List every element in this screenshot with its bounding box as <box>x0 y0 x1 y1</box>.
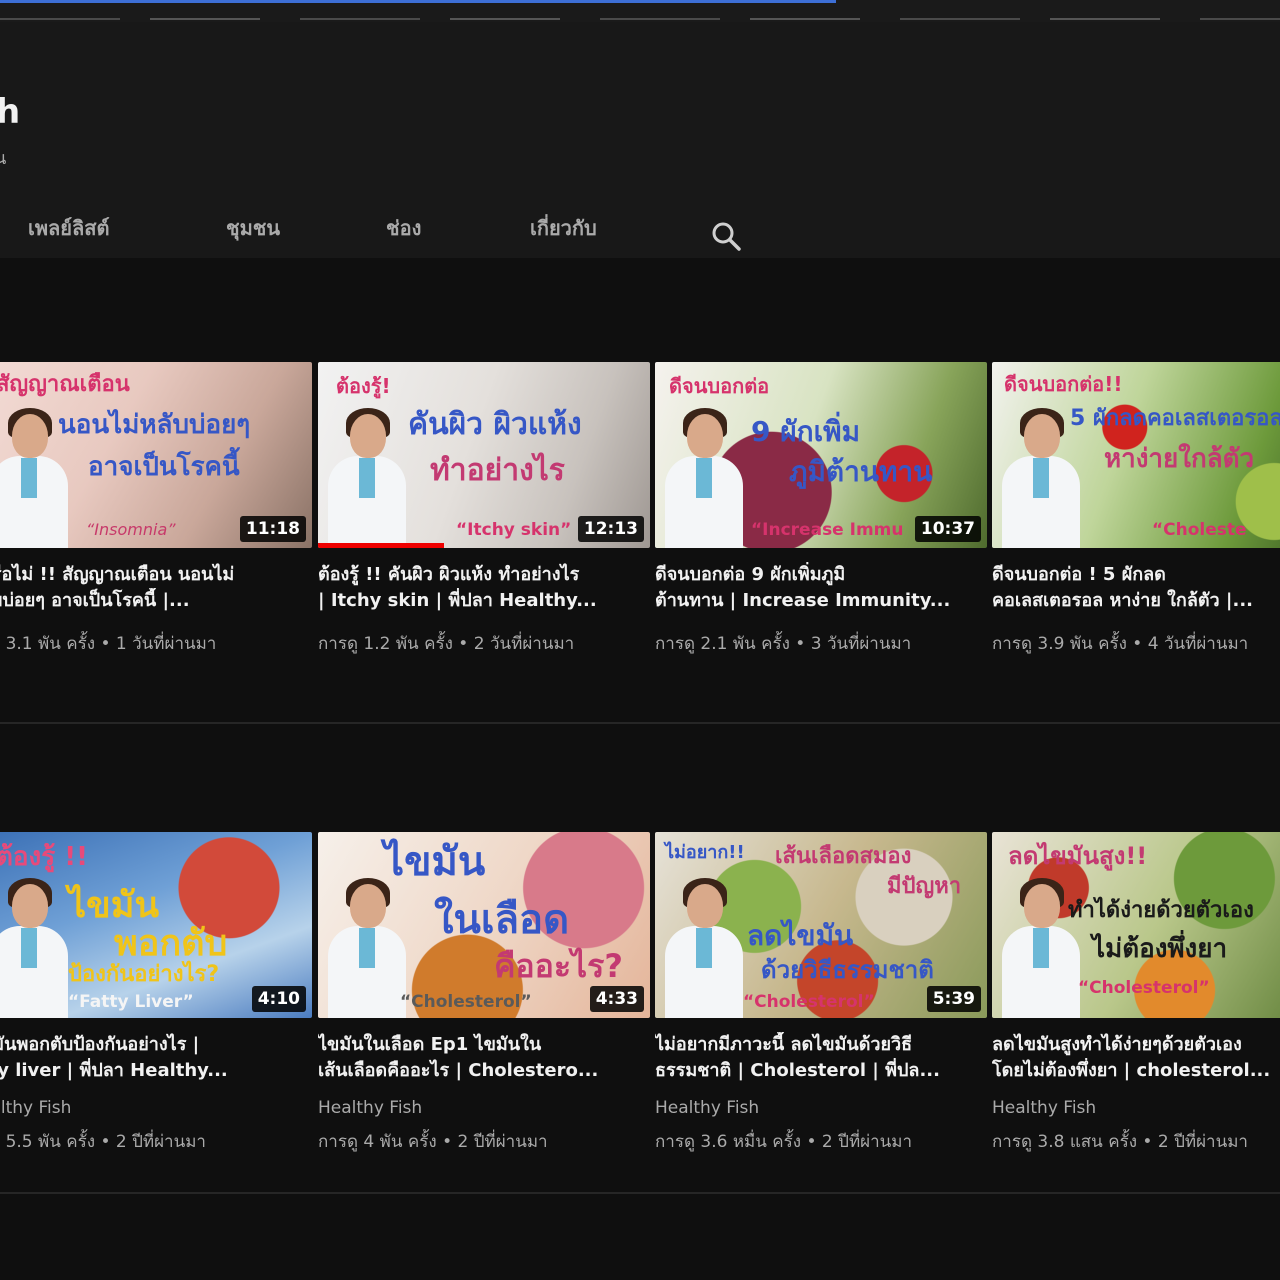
video-title[interactable]: ดีจนบอกต่อ ! 5 ผักลด คอเลสเตอรอล หาง่าย ใ… <box>992 562 1280 614</box>
video-meta: การดู 3.6 หมื่น ครั้ง • 2 ปีที่ผ่านมา <box>655 1132 913 1152</box>
thumbnail-text: ด้วยวิธีธรรมชาติ <box>761 956 934 984</box>
thumbnail-text: ในเลือด <box>434 897 570 943</box>
video-meta: การดู 3.9 พัน ครั้ง • 4 วันที่ผ่านมา <box>992 634 1249 654</box>
video-thumbnail[interactable]: ไม่อยาก!! เส้นเลือดสมอง มีปัญหา ลดไขมัน … <box>655 832 987 1018</box>
thumbnail-text: “Cholesterol” <box>743 992 875 1012</box>
video-thumbnail[interactable]: ดีจนบอกต่อ!! 5 ผักลดคอเลสเตอรอล หาง่ายใก… <box>992 362 1280 548</box>
thumbnail-text: ดีจนบอกต่อ <box>669 374 770 398</box>
presenter-image <box>328 878 406 1018</box>
channel-name[interactable]: h <box>0 92 20 132</box>
video-meta: การดู 4 พัน ครั้ง • 2 ปีที่ผ่านมา <box>318 1132 548 1152</box>
thumbnail-text: มีปัญหา <box>887 874 962 899</box>
video-thumbnail[interactable]: ดีจนบอกต่อ 9 ผักเพิ่ม ภูมิต้านทาน “Incre… <box>655 362 987 548</box>
video-thumbnail[interactable]: สัญญาณเตือน นอนไม่หลับบ่อยๆ อาจเป็นโรคนี… <box>0 362 312 548</box>
thumbnail-text: ป้องกันอย่างไร? <box>68 962 220 987</box>
thumbnail-text: พอกตับ <box>114 923 228 964</box>
video-title[interactable]: หรือไม่ !! สัญญาณเตือน นอนไม่ ลับบ่อยๆ อา… <box>0 562 312 614</box>
presenter-image <box>665 878 743 1018</box>
thumbnail-text: ไม่ต้องพึ่งยา <box>1092 934 1228 964</box>
thumbnail-text: ภูมิต้านทาน <box>789 455 933 488</box>
video-meta: รดู 5.5 พัน ครั้ง • 2 ปีที่ผ่านมา <box>0 1132 206 1152</box>
presenter-image <box>0 878 68 1018</box>
thumbnail-text: “Fatty Liver” <box>68 992 194 1012</box>
thumbnail-text: ทำได้ง่ายด้วยตัวเอง <box>1068 898 1254 923</box>
page-load-progress <box>0 0 836 3</box>
presenter-image <box>1002 408 1080 548</box>
video-channel-name[interactable]: Healthy Fish <box>318 1098 422 1118</box>
thumbnail-text: หาง่ายใกล้ตัว <box>1104 444 1255 474</box>
video-meta: การดู 2.1 พัน ครั้ง • 3 วันที่ผ่านมา <box>655 634 912 654</box>
video-channel-name[interactable]: ealthy Fish <box>0 1098 71 1118</box>
thumbnail-text: ไขมัน <box>68 885 160 926</box>
thumbnail-text: ทำอย่างไร <box>430 453 565 488</box>
video-duration: 10:37 <box>914 516 981 542</box>
video-thumbnail[interactable]: ต้องรู้! คันผิว ผิวแห้ง ทำอย่างไร “Itchy… <box>318 362 650 548</box>
tab-channels[interactable]: ช่อง <box>386 212 421 244</box>
thumbnail-text: เส้นเลือดสมอง <box>775 844 912 869</box>
thumbnail-text: 9 ผักเพิ่ม <box>751 415 861 448</box>
tab-about[interactable]: เกี่ยวกับ <box>530 212 597 244</box>
section-divider <box>0 722 1280 724</box>
thumbnail-text: ไขมัน <box>384 839 486 885</box>
video-duration: 12:13 <box>577 516 644 542</box>
search-icon[interactable] <box>710 220 742 252</box>
video-thumbnail[interactable]: ต้องรู้ !! ไขมัน พอกตับ ป้องกันอย่างไร? … <box>0 832 312 1018</box>
watch-progress-bar <box>318 543 445 548</box>
thumbnail-text: คันผิว ผิวแห้ง <box>408 407 582 442</box>
thumbnail-text: “Insomnia” <box>86 520 176 539</box>
channel-header: h น เพลย์ลิสต์ ชุมชน ช่อง เกี่ยวกับ <box>0 22 1280 258</box>
video-thumbnail[interactable]: ไขมัน ในเลือด คืออะไร? “Cholesterol” 4:3… <box>318 832 650 1018</box>
thumbnail-text: “Itchy skin” <box>456 520 572 540</box>
browser-top-bar <box>0 0 1280 22</box>
tab-playlists[interactable]: เพลย์ลิสต์ <box>28 212 109 244</box>
video-title[interactable]: ลดไขมันสูงทำได้ง่ายๆด้วยตัวเอง โดยไม่ต้อง… <box>992 1032 1280 1084</box>
presenter-image <box>328 408 406 548</box>
thumbnail-text: “Cholesterol” <box>400 992 532 1012</box>
thumbnail-text: ลดไขมัน <box>747 919 854 952</box>
thumbnail-text: “Choleste <box>1152 520 1247 540</box>
thumbnail-text: นอนไม่หลับบ่อยๆ <box>58 410 251 440</box>
top-bar-strip <box>0 18 1280 20</box>
section-divider <box>0 1192 1280 1194</box>
thumbnail-text: ดีจนบอกต่อ!! <box>1004 372 1123 396</box>
thumbnail-text: “Cholesterol” <box>1078 978 1210 998</box>
video-channel-name[interactable]: Healthy Fish <box>655 1098 759 1118</box>
video-title[interactable]: ดีจนบอกต่อ 9 ผักเพิ่มภูมิ ต้านทาน | Incre… <box>655 562 987 614</box>
video-meta: การดู 3.8 แสน ครั้ง • 2 ปีที่ผ่านมา <box>992 1132 1248 1152</box>
video-thumbnail[interactable]: ลดไขมันสูง!! ทำได้ง่ายด้วยตัวเอง ไม่ต้อง… <box>992 832 1280 1018</box>
video-title[interactable]: ขมันพอกตับป้องกันอย่างไร | tty liver | พี… <box>0 1032 312 1084</box>
thumbnail-text: ต้องรู้ !! <box>0 842 88 872</box>
video-duration: 5:39 <box>926 986 981 1012</box>
video-title[interactable]: ต้องรู้ !! คันผิว ผิวแห้ง ทำอย่างไร | Itc… <box>318 562 650 614</box>
presenter-image <box>665 408 743 548</box>
thumbnail-text: ไม่อยาก!! <box>665 842 745 863</box>
video-title[interactable]: ไม่อยากมีภาวะนี้ ลดไขมันด้วยวิธี ธรรมชาติ… <box>655 1032 987 1084</box>
video-title[interactable]: ไขมันในเลือด Ep1 ไขมันใน เส้นเลือดคืออะไร… <box>318 1032 650 1084</box>
video-meta: การดู 1.2 พัน ครั้ง • 2 วันที่ผ่านมา <box>318 634 575 654</box>
video-channel-name[interactable]: Healthy Fish <box>992 1098 1096 1118</box>
tab-community[interactable]: ชุมชน <box>226 212 280 244</box>
thumbnail-text: “Increase Immu <box>751 520 904 540</box>
thumbnail-text: 5 ผักลดคอเลสเตอรอล <box>1070 406 1280 431</box>
channel-subscribers: น <box>0 148 7 169</box>
thumbnail-text: ลดไขมันสูง!! <box>1008 842 1148 870</box>
thumbnail-text: ต้องรู้! <box>336 374 391 398</box>
video-duration: 11:18 <box>239 516 306 542</box>
thumbnail-text: สัญญาณเตือน <box>0 372 130 397</box>
thumbnail-text: คืออะไร? <box>494 947 623 985</box>
video-duration: 4:10 <box>251 986 306 1012</box>
video-duration: 4:33 <box>589 986 644 1012</box>
thumbnail-text: อาจเป็นโรคนี้ <box>88 452 240 482</box>
video-meta: รดู 3.1 พัน ครั้ง • 1 วันที่ผ่านมา <box>0 634 217 654</box>
